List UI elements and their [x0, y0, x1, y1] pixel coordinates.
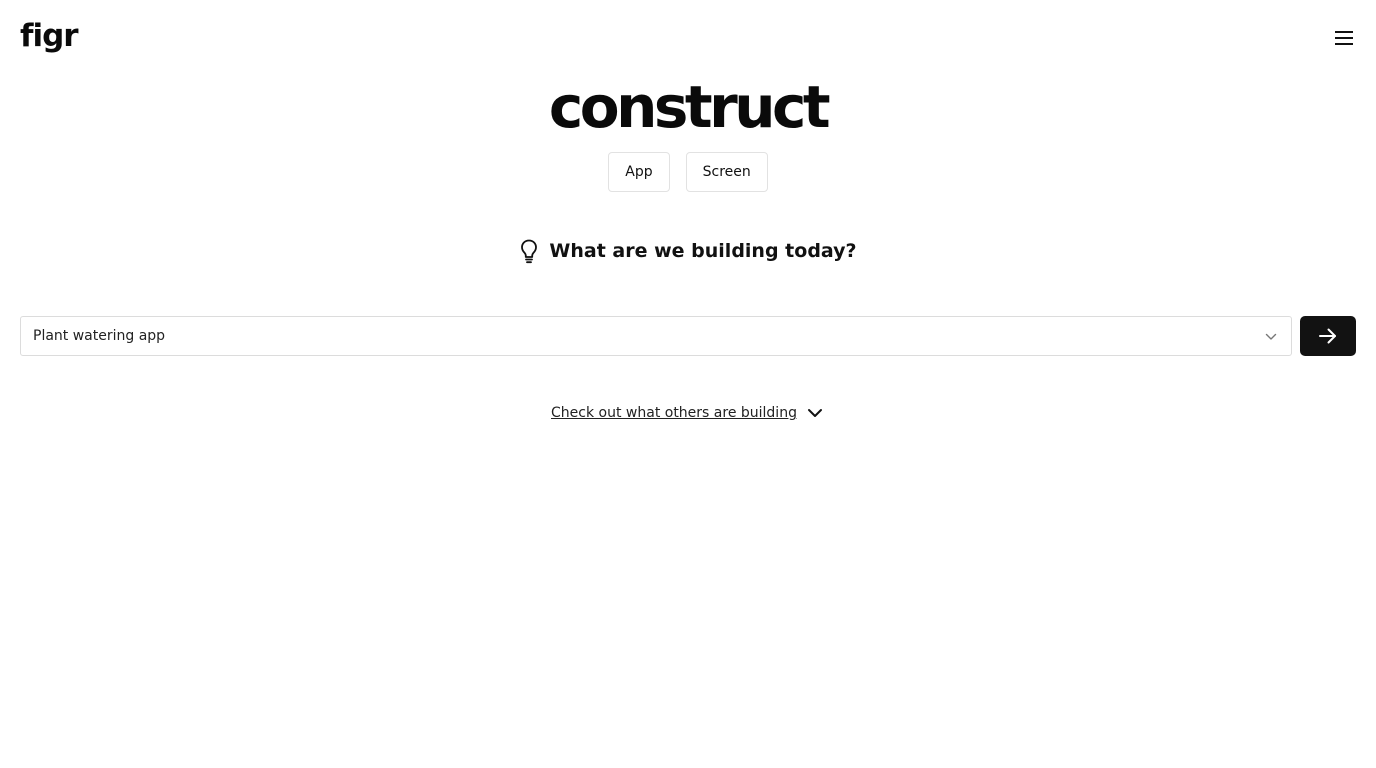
explore-link[interactable]: Check out what others are building [551, 405, 797, 421]
figr-logo[interactable]: figr [20, 18, 79, 54]
hero-title: construct [548, 73, 831, 141]
prompt-row [20, 316, 1356, 356]
mode-app-button[interactable]: App [608, 152, 670, 192]
chevron-down-icon[interactable] [807, 404, 825, 422]
prompt-heading: What are we building today? [0, 238, 1376, 264]
mode-tabs: App Screen [0, 152, 1376, 192]
arrow-right-icon [1319, 328, 1336, 344]
prompt-field [20, 316, 1292, 356]
hamburger-menu-icon [1335, 31, 1353, 45]
prompt-heading-text: What are we building today? [549, 240, 857, 262]
prompt-input[interactable] [21, 317, 1251, 355]
explore-row: Check out what others are building [0, 404, 1376, 422]
top-bar: figr [0, 0, 1376, 76]
chevron-down-icon[interactable] [1261, 327, 1281, 347]
mode-screen-button[interactable]: Screen [685, 152, 768, 192]
menu-button[interactable] [1330, 26, 1358, 50]
lightbulb-icon [519, 238, 539, 264]
submit-button[interactable] [1300, 316, 1356, 356]
